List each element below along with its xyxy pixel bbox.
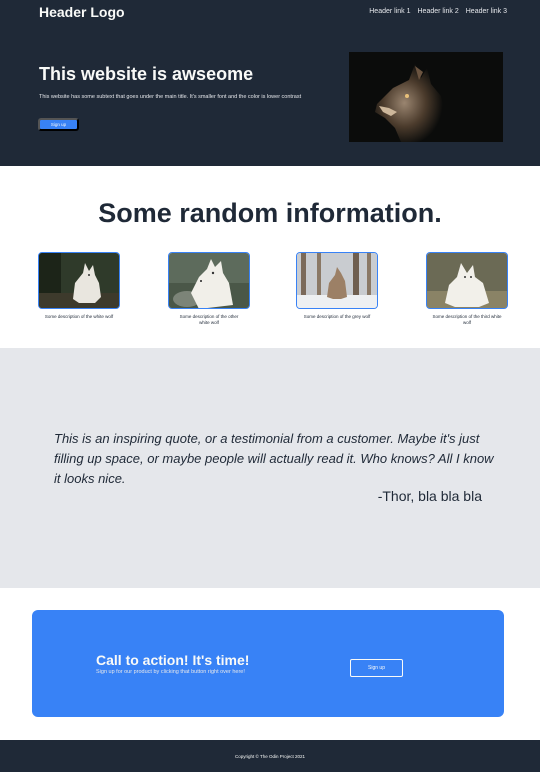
hero-title: This website is awseome — [39, 64, 254, 84]
quote-section: This is an inspiring quote, or a testimo… — [0, 348, 540, 588]
quote-text: This is an inspiring quote, or a testimo… — [54, 431, 494, 486]
footer-copyright: Copyright © The Odin Project 2021 — [234, 754, 306, 759]
header-logo[interactable]: Header Logo — [39, 4, 125, 20]
cta-section: Call to action! It's time! Sign up for o… — [0, 588, 540, 740]
hero-subtitle: This website has some subtext that goes … — [39, 94, 302, 100]
quote-author: -Thor, bla bla bla — [377, 488, 482, 504]
header-nav: Header link 1 Header link 2 Header link … — [369, 8, 507, 15]
info-title: Some random information. — [98, 198, 442, 228]
grey-wolf-image — [296, 252, 378, 309]
header-link-3[interactable]: Header link 3 — [466, 8, 507, 15]
footer: Copyright © The Odin Project 2021 — [0, 740, 540, 772]
cta-signup-button[interactable]: Sign up — [350, 659, 403, 677]
header-link-1[interactable]: Header link 1 — [369, 8, 410, 15]
info-section: Some random information. Some descriptio… — [0, 166, 540, 348]
other-white-wolf-image — [168, 252, 250, 309]
info-card-other-white-wolf: Some description of the other white wolf — [168, 252, 250, 325]
cta-box: Call to action! It's time! Sign up for o… — [32, 610, 504, 717]
info-card-grey-wolf: Some description of the grey wolf — [296, 252, 378, 320]
header-link-2[interactable]: Header link 2 — [418, 8, 459, 15]
third-white-wolf-image — [426, 252, 508, 309]
hero-signup-button[interactable]: Sign up — [38, 118, 79, 131]
info-card-third-white-wolf: Some description of the third white wolf — [426, 252, 508, 325]
info-card-text: Some description of the white wolf — [44, 314, 114, 319]
hero-wolf-image — [349, 52, 503, 142]
info-card-text: Some description of the third white wolf — [432, 314, 502, 325]
info-card-text: Some description of the other white wolf — [179, 314, 239, 325]
hero-section: Header Logo Header link 1 Header link 2 … — [0, 0, 540, 166]
cta-subtitle: Sign up for our product by clicking that… — [96, 669, 245, 675]
info-card-white-wolf: Some description of the white wolf — [38, 252, 120, 320]
white-wolf-image — [38, 252, 120, 309]
info-card-text: Some description of the grey wolf — [303, 314, 371, 319]
cta-title: Call to action! It's time! — [96, 652, 250, 668]
